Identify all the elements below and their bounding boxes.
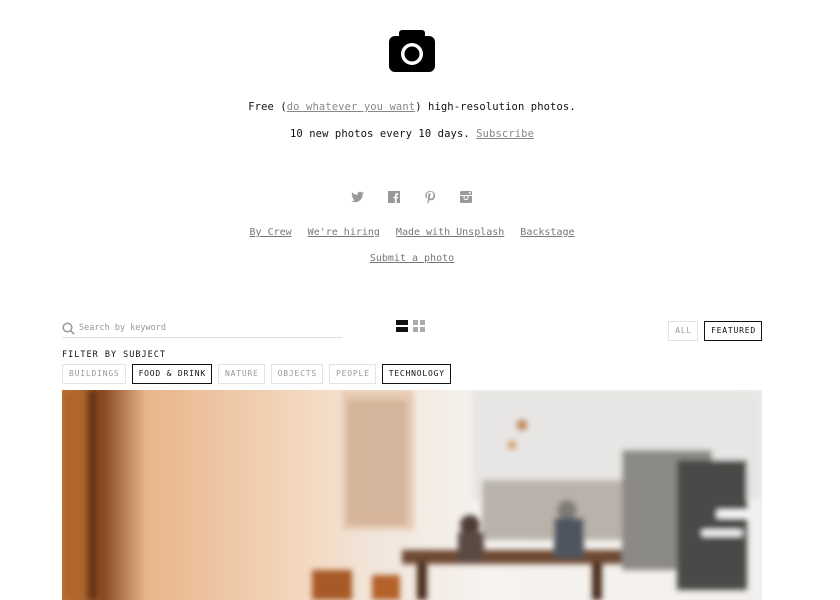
social-links (0, 190, 824, 204)
filter-food-drink[interactable]: FOOD & DRINK (131, 364, 212, 384)
filter-buildings[interactable]: BUILDINGS (62, 364, 126, 384)
by-crew-link[interactable]: By Crew (250, 227, 292, 238)
twitter-icon[interactable] (351, 190, 365, 204)
footer-links: By Crew We're hiring Made with Unsplash … (0, 227, 824, 238)
search-icon (62, 321, 75, 335)
tagline-line-2: 10 new photos every 10 days. Subscribe (289, 128, 535, 140)
search-input[interactable] (75, 323, 329, 333)
hiring-link[interactable]: We're hiring (308, 227, 380, 238)
made-with-unsplash-link[interactable]: Made with Unsplash (396, 227, 504, 238)
filter-objects[interactable]: OBJECTS (270, 364, 323, 384)
featured-photo[interactable] (62, 390, 762, 600)
subject-filters: BUILDINGS FOOD & DRINK NATURE OBJECTS PE… (62, 364, 451, 384)
list-view-icon[interactable] (396, 320, 408, 332)
all-featured-toggle: ALL FEATURED (668, 321, 762, 341)
submit-row: Submit a photo (0, 253, 824, 264)
submit-photo-link[interactable]: Submit a photo (370, 253, 454, 264)
license-link[interactable]: do whatever you want (287, 101, 415, 113)
subscribe-link[interactable]: Subscribe (476, 128, 534, 140)
facebook-icon[interactable] (387, 190, 401, 204)
grid-view-icon[interactable] (413, 320, 425, 332)
filter-people[interactable]: PEOPLE (329, 364, 376, 384)
filter-label: FILTER BY SUBJECT (62, 350, 166, 360)
filter-technology[interactable]: TECHNOLOGY (381, 364, 451, 384)
filter-nature[interactable]: NATURE (217, 364, 265, 384)
instagram-icon[interactable] (459, 190, 473, 204)
featured-button[interactable]: FEATURED (704, 321, 762, 341)
tagline-line-1: Free (do whatever you want) high-resolut… (248, 101, 576, 113)
backstage-link[interactable]: Backstage (520, 227, 574, 238)
view-mode-toggle (396, 320, 425, 332)
pinterest-icon[interactable] (423, 190, 437, 204)
search-bar (62, 319, 342, 338)
all-button[interactable]: ALL (668, 321, 699, 341)
camera-icon[interactable] (389, 30, 435, 72)
